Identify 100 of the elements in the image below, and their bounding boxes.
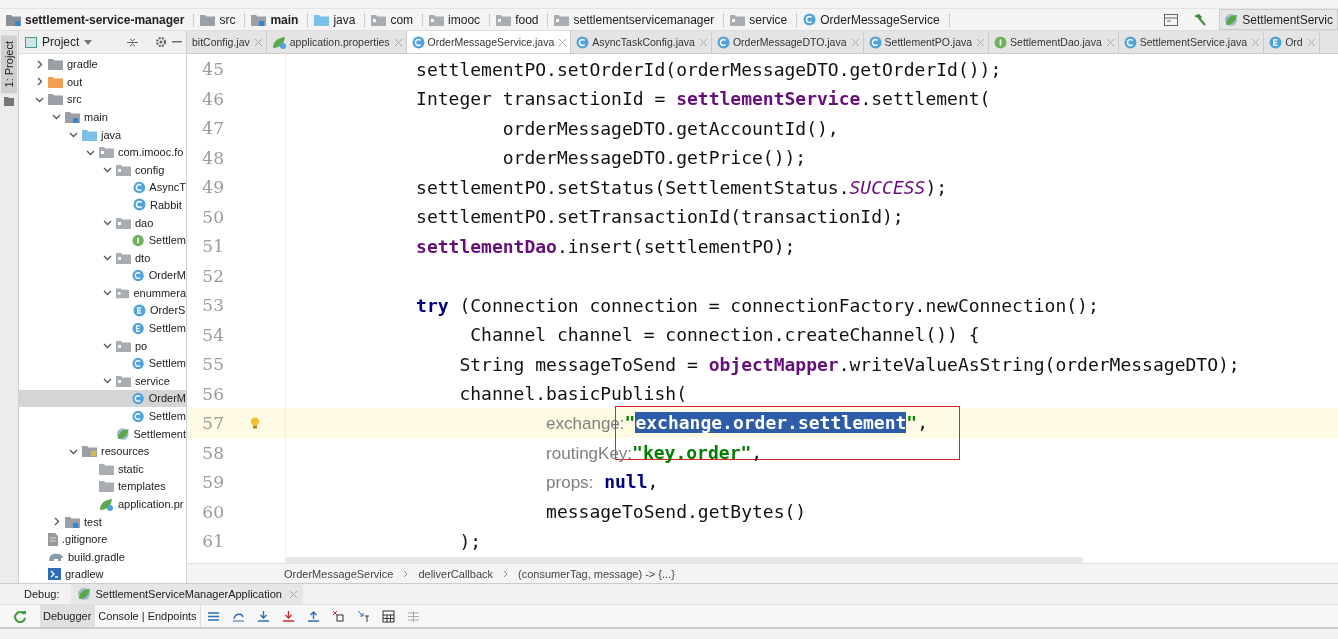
tree-item[interactable]: Settlem <box>19 354 186 373</box>
breadcrumb-item[interactable]: (consumerTag, message) -> {...} <box>518 567 675 580</box>
folder-icon <box>48 75 63 88</box>
tree-item[interactable]: src <box>19 90 186 109</box>
step-into-icon[interactable] <box>256 609 270 623</box>
tree-item[interactable]: build.gradle <box>19 548 186 566</box>
collapse-all-icon[interactable] <box>127 36 138 48</box>
tree-item[interactable]: gradlew <box>19 565 186 584</box>
force-step-into-icon[interactable] <box>281 609 295 623</box>
panel-icon <box>25 36 37 48</box>
rerun-icon[interactable] <box>13 609 27 623</box>
tree-item[interactable]: po <box>19 336 186 355</box>
class-icon <box>133 198 146 212</box>
breadcrumb-item[interactable]: java <box>314 12 366 27</box>
editor-tab[interactable]: OrderMessageService.java <box>406 31 572 54</box>
leaf-icon <box>99 497 114 511</box>
tree-item[interactable]: test <box>19 512 186 531</box>
tree-item[interactable]: Settlement <box>19 424 186 443</box>
line-number: 53 <box>201 295 224 316</box>
class-icon <box>803 13 817 27</box>
breadcrumb-item[interactable]: service <box>730 12 798 27</box>
tree-item[interactable]: Rabbit <box>19 196 186 214</box>
dropdown-caret-icon <box>84 39 93 45</box>
breadcrumb-item[interactable]: settlementservicemanager <box>554 12 725 27</box>
minimize-icon[interactable] <box>172 41 182 44</box>
tree-item[interactable]: templates <box>19 477 186 496</box>
run-config-selector[interactable]: SettlementServic <box>1219 9 1338 31</box>
breadcrumb-item[interactable]: main <box>251 12 309 27</box>
editor-tab[interactable]: Ord <box>1264 31 1320 54</box>
code-line: orderMessageDTO.getPrice()); <box>501 147 807 169</box>
line-number: 60 <box>201 501 224 522</box>
tree-item[interactable]: .gitignore <box>19 530 186 548</box>
hammer-icon[interactable] <box>1192 12 1207 27</box>
calculator-icon[interactable] <box>381 609 395 623</box>
layout-icon[interactable] <box>1164 13 1179 26</box>
settings-icon[interactable] <box>155 36 167 49</box>
line-number: 48 <box>201 147 224 168</box>
menu-icon[interactable] <box>206 609 220 623</box>
code-line: settlementPO.setOrderId(orderMessageDTO.getOrderId()); <box>415 58 1002 80</box>
line-number: 54 <box>201 324 224 345</box>
editor-tab[interactable]: SettlementService.java <box>1118 31 1265 54</box>
breadcrumb-item[interactable]: OrderMessageService <box>803 12 950 27</box>
folder-icon <box>65 110 80 123</box>
editor-tab[interactable]: AsyncTaskConfig.java <box>571 31 712 54</box>
breadcrumb-item[interactable]: imooc <box>429 12 491 27</box>
leaf-icon <box>1224 12 1239 27</box>
editor-tab[interactable]: OrderMessageDTO.java <box>711 31 864 54</box>
step-out-icon[interactable] <box>306 609 320 623</box>
debug-tab[interactable]: Console | Endpoints <box>95 605 201 628</box>
horizontal-scrollbar[interactable] <box>285 557 1083 564</box>
tree-item[interactable]: dao <box>19 213 186 232</box>
tree-item[interactable]: OrderM <box>19 266 186 285</box>
interface-icon <box>994 35 1008 49</box>
tree-item[interactable]: service <box>19 372 186 390</box>
breadcrumb-item[interactable]: com <box>371 12 424 27</box>
tree-item[interactable]: AsyncT <box>19 178 186 197</box>
folder-icon <box>99 146 114 159</box>
class-icon <box>132 391 145 405</box>
folder-icon <box>371 13 387 26</box>
code-line: Integer transactionId = settlementService.settlement( <box>415 88 991 110</box>
breadcrumb-item[interactable]: food <box>496 12 549 27</box>
code-line: String messageToSend = objectMapper.writeValueAsString(orderMessageDTO); <box>458 353 1240 375</box>
session-tab[interactable]: SettlementServiceManagerApplication <box>71 584 303 605</box>
folder-icon <box>65 515 80 528</box>
folder-icon <box>251 13 267 26</box>
breadcrumb-item[interactable]: OrderMessageService <box>284 567 394 580</box>
breadcrumb-item[interactable]: src <box>200 12 246 27</box>
tree-item[interactable]: application.pr <box>19 495 186 513</box>
editor-tab[interactable]: SettlementDao.java <box>989 31 1119 54</box>
line-number: 58 <box>201 442 224 463</box>
editor-tab[interactable]: application.properties <box>266 31 407 54</box>
debug-tab[interactable]: Debugger <box>40 605 96 628</box>
editor-tab[interactable]: bitConfig.jav <box>187 31 267 54</box>
breadcrumb-item[interactable]: deliverCallback <box>418 567 494 580</box>
tree-item[interactable]: out <box>19 72 186 91</box>
tree-item[interactable]: OrderM <box>19 389 186 408</box>
line-number: 46 <box>201 88 224 109</box>
tree-item[interactable]: static <box>19 460 186 478</box>
folder-icon <box>730 13 746 26</box>
terminal-icon <box>48 568 61 581</box>
tree-item[interactable]: main <box>19 108 186 126</box>
tree-item[interactable]: resources <box>19 442 186 460</box>
tree-item[interactable]: Settlem <box>19 407 186 425</box>
run-to-cursor-icon[interactable] <box>356 609 370 623</box>
tree-item[interactable]: gradle <box>19 55 186 73</box>
drop-frame-icon[interactable] <box>331 609 345 623</box>
breadcrumb-item[interactable]: settlement-service-manager <box>6 12 195 27</box>
tree-item[interactable]: OrderS <box>19 301 186 320</box>
tree-item[interactable]: enummera <box>19 284 186 302</box>
tree-item[interactable]: Settlem <box>19 319 186 337</box>
tree-item[interactable]: dto <box>19 248 186 267</box>
line-number: 61 <box>201 531 224 552</box>
tool-window-tab[interactable]: 1: Project <box>1 35 17 94</box>
tree-item[interactable]: java <box>19 125 186 144</box>
editor-tab[interactable]: SettlementPO.java <box>863 31 990 54</box>
leaf-icon <box>77 587 92 602</box>
tree-item[interactable]: com.imooc.fo <box>19 143 186 161</box>
tree-item[interactable]: config <box>19 160 186 179</box>
lightbulb-icon[interactable] <box>249 417 260 430</box>
tree-item[interactable]: Settlem <box>19 231 186 249</box>
